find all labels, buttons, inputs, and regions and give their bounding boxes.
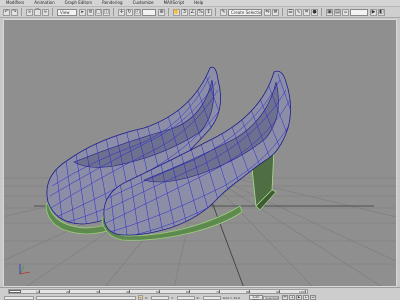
go-to-end-icon[interactable]: ⏭ bbox=[310, 295, 317, 300]
schematic-view-icon[interactable]: ⌗ bbox=[303, 8, 310, 16]
align-icon[interactable]: ≣ bbox=[272, 8, 279, 16]
toolbar-divider bbox=[21, 8, 24, 16]
key-filter-dropdown[interactable]: Selected bbox=[263, 295, 280, 300]
snap-toggle-icon[interactable]: 3 bbox=[181, 8, 188, 16]
rectangular-selection-icon[interactable]: □ bbox=[95, 8, 102, 16]
render-icon[interactable]: ▶ bbox=[370, 8, 377, 16]
coord-x-field[interactable] bbox=[151, 295, 170, 300]
perspective-viewport[interactable] bbox=[3, 19, 397, 287]
curve-editor-icon[interactable]: ∿ bbox=[295, 8, 302, 16]
toolbar-divider bbox=[52, 8, 55, 16]
menu-maxscript[interactable]: MAXScript bbox=[164, 0, 185, 6]
menu-graph-editors[interactable]: Graph Editors bbox=[65, 0, 92, 6]
bind-space-warp-icon[interactable]: ≈ bbox=[42, 8, 49, 16]
maxscript-listener-field[interactable] bbox=[4, 295, 34, 300]
timeline-tick-label: 30 bbox=[96, 290, 100, 294]
grid-size-label: Grid = 10,0 bbox=[222, 295, 241, 300]
angle-snap-icon[interactable]: ∠ bbox=[189, 8, 196, 16]
named-selection-dropdown[interactable]: Create Selection Se bbox=[228, 8, 262, 16]
prompt-line bbox=[36, 295, 136, 300]
time-slider[interactable] bbox=[9, 290, 21, 293]
render-type-dropdown[interactable] bbox=[350, 8, 368, 16]
timeline-tick bbox=[305, 290, 306, 293]
undo-icon[interactable]: ↶ bbox=[3, 8, 10, 16]
menu-customize[interactable]: Customize bbox=[133, 0, 154, 6]
render-iterative-icon[interactable]: ◧ bbox=[378, 8, 385, 16]
rotate-icon[interactable]: ↻ bbox=[126, 8, 133, 16]
timeline-tick-label: 100 bbox=[299, 290, 305, 294]
timeline-tick-label: 50 bbox=[156, 290, 160, 294]
menu-rendering[interactable]: Rendering bbox=[102, 0, 122, 6]
toolbar-divider bbox=[321, 8, 324, 16]
timeline-tick-label: 90 bbox=[276, 290, 280, 294]
menu-help[interactable]: Help bbox=[194, 0, 203, 6]
timeline-tick-label: 80 bbox=[246, 290, 250, 294]
lock-selection-icon[interactable]: 🔒 bbox=[138, 295, 143, 300]
timeline-tick-label: 60 bbox=[186, 290, 190, 294]
toolbar-divider bbox=[113, 8, 116, 16]
previous-frame-icon[interactable]: ◂ bbox=[289, 295, 296, 300]
main-toolbar: ↶ ↷ ∞ ⌒ ≈ View ▸ ≡ □ ◫ ✛ ↻ ◰ ⊕ ✋ 3 ∠ % ↕… bbox=[0, 7, 400, 18]
status-bar: 10 20 30 40 50 60 70 80 90 100 🔒 X: Y: Z… bbox=[0, 287, 400, 300]
menu-animation[interactable]: Animation bbox=[34, 0, 54, 6]
menu-modifiers[interactable]: Modifiers bbox=[6, 0, 24, 6]
quick-render-icon[interactable]: ☕ bbox=[342, 8, 349, 16]
select-by-name-icon[interactable]: ≡ bbox=[87, 8, 94, 16]
status-row: 🔒 X: Y: Z: Grid = 10,0 Auto Key Selected… bbox=[4, 295, 396, 300]
rendered-frame-icon[interactable]: ▤ bbox=[334, 8, 341, 16]
timeline-tick-label: 20 bbox=[66, 290, 70, 294]
scale-icon[interactable]: ◰ bbox=[134, 8, 141, 16]
menu-bar: Modifiers Animation Graph Editors Render… bbox=[0, 0, 400, 7]
reference-coordinate-dropdown[interactable] bbox=[142, 8, 156, 16]
select-object-icon[interactable]: ▸ bbox=[79, 8, 86, 16]
render-setup-icon[interactable]: ▣ bbox=[326, 8, 333, 16]
redo-icon[interactable]: ↷ bbox=[11, 8, 18, 16]
timeline-tick-label: 70 bbox=[216, 290, 220, 294]
timeline-track[interactable]: 10 20 30 40 50 60 70 80 90 100 bbox=[8, 289, 308, 294]
coord-x-label: X: bbox=[145, 295, 149, 300]
viewport-canvas[interactable] bbox=[4, 20, 397, 287]
pivot-center-icon[interactable]: ⊕ bbox=[158, 8, 165, 16]
link-icon[interactable]: ∞ bbox=[26, 8, 33, 16]
window-crossing-icon[interactable]: ◫ bbox=[103, 8, 110, 16]
coord-z-field[interactable] bbox=[202, 295, 221, 300]
app-window: Modifiers Animation Graph Editors Render… bbox=[0, 0, 400, 300]
go-to-start-icon[interactable]: ⏮ bbox=[282, 295, 289, 300]
edit-named-selection-icon[interactable]: ✎ bbox=[220, 8, 227, 16]
axis-gizmo bbox=[19, 264, 31, 275]
move-icon[interactable]: ✛ bbox=[118, 8, 125, 16]
coord-z-label: Z: bbox=[196, 295, 200, 300]
spinner-snap-icon[interactable]: ↕ bbox=[205, 8, 212, 16]
coord-y-field[interactable] bbox=[176, 295, 195, 300]
toolbar-divider bbox=[168, 8, 171, 16]
selection-filter-dropdown[interactable]: View bbox=[57, 8, 77, 16]
timeline-tick-label: 40 bbox=[126, 290, 130, 294]
coord-y-label: Y: bbox=[171, 295, 174, 300]
percent-snap-icon[interactable]: % bbox=[197, 8, 204, 16]
unlink-icon[interactable]: ⌒ bbox=[34, 8, 41, 16]
layer-manager-icon[interactable]: ☰ bbox=[287, 8, 294, 16]
auto-key-button[interactable]: Auto Key bbox=[249, 295, 264, 300]
select-manipulate-icon[interactable]: ✋ bbox=[173, 8, 180, 16]
timeline-tick-label: 10 bbox=[36, 290, 40, 294]
play-icon[interactable]: ▶ bbox=[296, 295, 303, 300]
mirror-icon[interactable]: ⇋ bbox=[264, 8, 271, 16]
toolbar-divider bbox=[282, 8, 285, 16]
toolbar-divider bbox=[215, 8, 218, 16]
next-frame-icon[interactable]: ▸ bbox=[303, 295, 310, 300]
material-editor-icon[interactable]: ● bbox=[311, 8, 318, 16]
